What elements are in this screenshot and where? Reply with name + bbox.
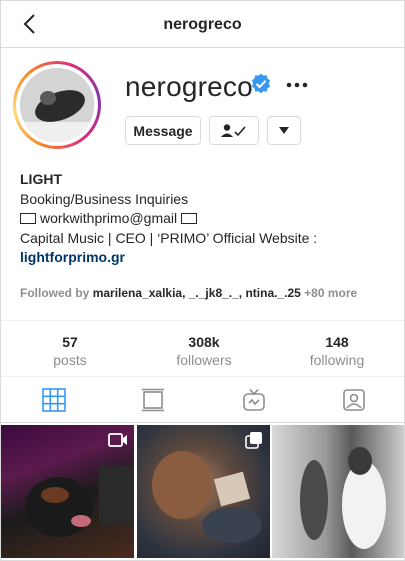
tab-feed-icon[interactable] (141, 388, 165, 412)
bio-email: workwithprimo@gmail (40, 210, 178, 226)
stat-value: 57 (62, 334, 78, 350)
envelope-icon (181, 213, 198, 224)
followed-by-names: marilena_xalkia, _._jk8_._, ntina._.25 (92, 286, 301, 300)
stat-value: 148 (325, 334, 349, 350)
avatar (20, 68, 94, 142)
post-thumbnail[interactable] (272, 425, 404, 558)
multiple-posts-icon (245, 432, 262, 449)
profile-bio: LIGHT Booking/Business Inquiries workwit… (20, 170, 390, 268)
stat-posts[interactable]: 57 posts (10, 333, 130, 369)
suggested-dropdown-button[interactable] (267, 116, 301, 145)
bio-line: Capital Music | CEO | ‘PRIMO’ Official W… (20, 229, 318, 246)
post-image (300, 447, 386, 549)
stat-value: 308k (188, 334, 220, 350)
avatar-inner (16, 64, 98, 146)
post-thumbnail[interactable] (137, 425, 270, 558)
profile-page: nerogreco nerogreco Message LIGHT Bookin… (0, 0, 405, 561)
verified-badge-icon (251, 74, 271, 94)
avatar-story-ring[interactable] (13, 61, 101, 149)
stat-following[interactable]: 148 following (277, 333, 397, 369)
followed-by-prefix: Followed by (20, 286, 90, 300)
profile-tabs (1, 378, 404, 423)
message-button[interactable]: Message (125, 116, 201, 145)
posts-grid (1, 425, 404, 560)
bio-line: Booking/Business Inquiries (20, 190, 189, 207)
profile-username: nerogreco (125, 71, 253, 102)
followed-by[interactable]: Followed by marilena_xalkia, _._jk8_._, … (20, 286, 357, 300)
tab-grid-icon[interactable] (42, 388, 66, 412)
envelope-icon (20, 213, 36, 224)
triangle-down-icon (279, 126, 289, 134)
stat-followers[interactable]: 308k followers (144, 333, 264, 369)
stat-label: following (309, 352, 365, 368)
video-camera-icon (108, 433, 127, 447)
bio-website-link[interactable]: lightforprimo.gr (20, 249, 125, 265)
following-button[interactable] (209, 116, 259, 145)
followed-by-more: +80 more (304, 286, 358, 300)
tab-igtv-icon[interactable] (242, 388, 266, 412)
bio-email-line: workwithprimo@gmail (20, 209, 390, 229)
avatar-image (20, 68, 94, 142)
more-options-icon[interactable] (285, 74, 309, 96)
stat-label: posts (53, 352, 87, 368)
bio-name: LIGHT (20, 171, 62, 187)
stat-label: followers (176, 352, 232, 368)
page-title: nerogreco (163, 16, 242, 33)
profile-stats: 57 posts 308k followers 148 following (1, 320, 404, 377)
following-person-check-icon (221, 123, 246, 137)
post-thumbnail[interactable] (1, 425, 134, 558)
tab-tagged-icon[interactable] (342, 388, 366, 412)
top-bar: nerogreco (1, 1, 404, 48)
